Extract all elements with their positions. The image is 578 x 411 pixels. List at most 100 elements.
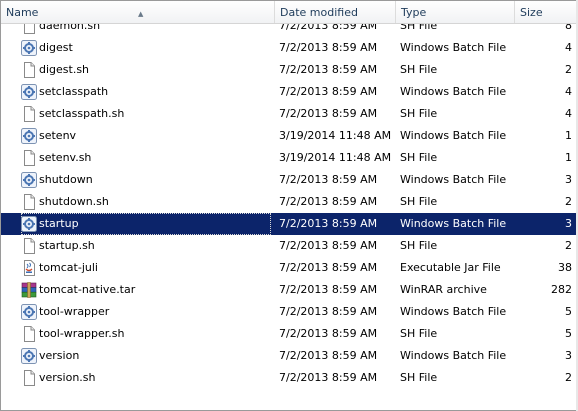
file-row[interactable]: digest 7/2/2013 8:59 AM Windows Batch File… — [1, 37, 577, 59]
file-date-modified: 7/2/2013 8:59 AM — [279, 195, 378, 208]
file-size: 5 — [565, 327, 572, 340]
file-row[interactable]: digest.sh 7/2/2013 8:59 AM SH File 2 — [1, 59, 577, 81]
file-name-cell[interactable]: tool-wrapper — [21, 301, 271, 323]
file-row[interactable]: version 7/2/2013 8:59 AM Windows Batch Fil… — [1, 345, 577, 367]
file-type: SH File — [400, 63, 438, 76]
file-name-cell[interactable]: shutdown — [21, 169, 271, 191]
column-header-name[interactable]: ▲ Name — [1, 1, 275, 23]
file-name-cell[interactable]: setclasspath.sh — [21, 103, 271, 125]
file-name: version.sh — [39, 371, 96, 384]
file-type: SH File — [400, 107, 438, 120]
file-name-cell[interactable]: tomcat-juli — [21, 257, 271, 279]
file-date-modified: 3/19/2014 11:48 AM — [279, 151, 392, 164]
batch-file-icon — [21, 348, 37, 364]
file-row[interactable]: setenv 3/19/2014 11:48 AM Windows Batch Fi… — [1, 125, 577, 147]
file-list-view: cpappend7/2/2013 8:59 AMWindows Batch Fi… — [0, 0, 578, 411]
file-row[interactable]: tool-wrapper 7/2/2013 8:59 AM Windows Batc… — [1, 301, 577, 323]
jar-file-icon — [21, 260, 37, 276]
column-header-type[interactable]: Type — [396, 1, 515, 23]
file-size: 4 — [565, 107, 572, 120]
file-icon — [21, 238, 37, 254]
file-name-cell[interactable]: startup — [21, 213, 271, 235]
file-row[interactable]: startup.sh 7/2/2013 8:59 AM SH File 2 — [1, 235, 577, 257]
file-date-modified: 7/2/2013 8:59 AM — [279, 63, 378, 76]
column-header-size-label: Size — [520, 6, 543, 19]
file-date-modified: 7/2/2013 8:59 AM — [279, 371, 378, 384]
file-date-modified: 7/2/2013 8:59 AM — [279, 85, 378, 98]
file-type: SH File — [400, 239, 438, 252]
batch-file-icon — [21, 128, 37, 144]
file-type: Windows Batch File — [400, 217, 507, 230]
file-date-modified: 7/2/2013 8:59 AM — [279, 349, 378, 362]
file-date-modified: 7/2/2013 8:59 AM — [279, 41, 378, 54]
batch-file-icon — [21, 40, 37, 56]
file-name-cell[interactable]: version.sh — [21, 367, 271, 389]
file-name: setenv.sh — [39, 151, 92, 164]
file-row[interactable]: shutdown.sh 7/2/2013 8:59 AM SH File 2 — [1, 191, 577, 213]
file-name: setenv — [39, 129, 77, 142]
file-type: SH File — [400, 151, 438, 164]
batch-file-icon — [21, 84, 37, 100]
file-name: startup — [39, 217, 79, 230]
file-row[interactable]: version.sh 7/2/2013 8:59 AM SH File 2 — [1, 367, 577, 389]
file-name-cell[interactable]: setclasspath — [21, 81, 271, 103]
file-row[interactable]: setenv.sh 3/19/2014 11:48 AM SH File 1 — [1, 147, 577, 169]
file-type: Windows Batch File — [400, 129, 507, 142]
file-name: tool-wrapper.sh — [39, 327, 125, 340]
file-date-modified: 7/2/2013 8:59 AM — [279, 217, 378, 230]
file-row[interactable]: startup 7/2/2013 8:59 AM Windows Batch Fil… — [1, 213, 577, 235]
file-row[interactable]: shutdown 7/2/2013 8:59 AM Windows Batch Fi… — [1, 169, 577, 191]
file-type: Windows Batch File — [400, 305, 507, 318]
file-size: 38 — [558, 261, 572, 274]
file-name-cell[interactable]: setenv — [21, 125, 271, 147]
file-type: Windows Batch File — [400, 41, 507, 54]
file-type: SH File — [400, 371, 438, 384]
file-size: 4 — [565, 85, 572, 98]
file-icon — [21, 106, 37, 122]
file-name-cell[interactable]: startup.sh — [21, 235, 271, 257]
file-size: 1 — [565, 129, 572, 142]
file-date-modified: 7/2/2013 8:59 AM — [279, 327, 378, 340]
batch-file-icon — [21, 304, 37, 320]
column-header-date-modified[interactable]: Date modified — [275, 1, 396, 23]
file-icon — [21, 150, 37, 166]
file-name: startup.sh — [39, 239, 95, 252]
file-row[interactable]: tomcat-native.tar 7/2/2013 8:59 AM WinRAR … — [1, 279, 577, 301]
file-row[interactable]: tomcat-juli 7/2/2013 8:59 AM Executable Ja… — [1, 257, 577, 279]
file-date-modified: 7/2/2013 8:59 AM — [279, 305, 378, 318]
file-row[interactable]: setclasspath 7/2/2013 8:59 AM Windows Batc… — [1, 81, 577, 103]
file-size: 3 — [565, 173, 572, 186]
file-size: 3 — [565, 217, 572, 230]
file-row[interactable]: tool-wrapper.sh 7/2/2013 8:59 AM SH File 5 — [1, 323, 577, 345]
file-date-modified: 3/19/2014 11:48 AM — [279, 129, 392, 142]
file-icon — [21, 326, 37, 342]
file-name-cell[interactable]: version — [21, 345, 271, 367]
file-row[interactable]: setclasspath.sh 7/2/2013 8:59 AM SH File 4 — [1, 103, 577, 125]
column-header-type-label: Type — [401, 6, 427, 19]
file-name-cell[interactable]: digest — [21, 37, 271, 59]
winrar-archive-icon — [21, 282, 37, 298]
file-name: tomcat-juli — [39, 261, 98, 274]
file-list: cpappend7/2/2013 8:59 AMWindows Batch Fi… — [1, 1, 577, 410]
file-type: Executable Jar File — [400, 261, 501, 274]
column-header-date-modified-label: Date modified — [280, 6, 358, 19]
file-icon — [21, 62, 37, 78]
file-name: setclasspath.sh — [39, 107, 125, 120]
file-name: version — [39, 349, 80, 362]
file-name-cell[interactable]: tomcat-native.tar — [21, 279, 271, 301]
file-date-modified: 7/2/2013 8:59 AM — [279, 107, 378, 120]
file-name-cell[interactable]: digest.sh — [21, 59, 271, 81]
file-size: 3 — [565, 349, 572, 362]
file-name: digest — [39, 41, 73, 54]
file-date-modified: 7/2/2013 8:59 AM — [279, 283, 378, 296]
file-size: 2 — [565, 195, 572, 208]
column-header-size[interactable]: Size — [515, 1, 577, 23]
file-type: Windows Batch File — [400, 85, 507, 98]
file-name: shutdown — [39, 173, 93, 186]
file-name-cell[interactable]: shutdown.sh — [21, 191, 271, 213]
file-name-cell[interactable]: setenv.sh — [21, 147, 271, 169]
file-size: 2 — [565, 371, 572, 384]
file-name-cell[interactable]: tool-wrapper.sh — [21, 323, 271, 345]
file-icon — [21, 194, 37, 210]
sort-ascending-icon: ▲ — [138, 10, 144, 18]
